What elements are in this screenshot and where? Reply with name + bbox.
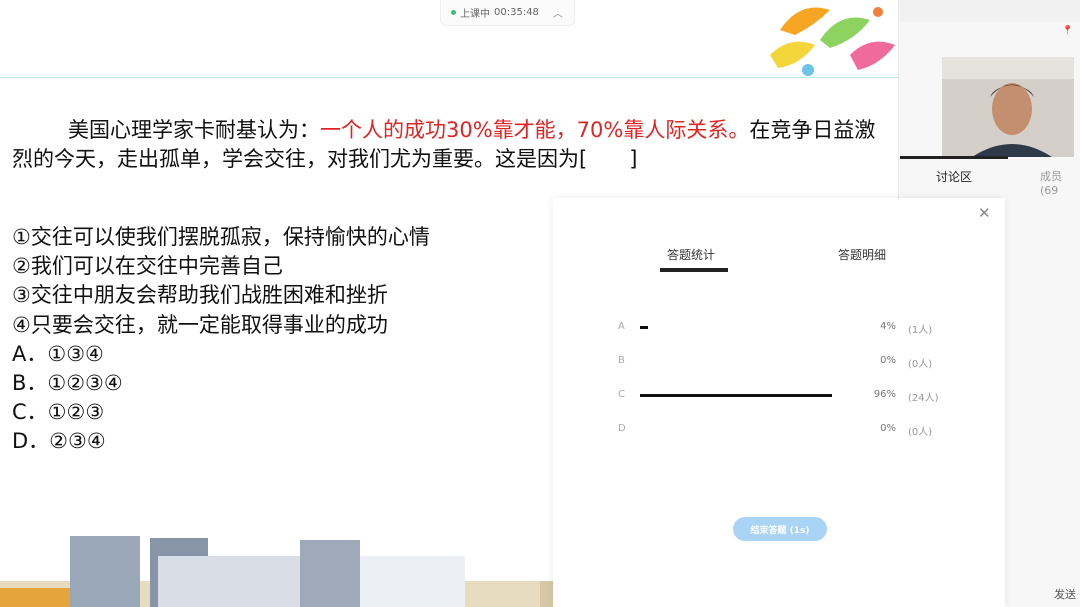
tab-answer-detail[interactable]: 答题明细 bbox=[838, 246, 886, 263]
result-row: D 0% (0人) bbox=[618, 423, 948, 438]
choice-item: B．①②③④ bbox=[12, 371, 123, 396]
live-indicator-icon bbox=[451, 10, 456, 15]
result-count: (0人) bbox=[908, 359, 933, 370]
result-row: C 96% (24人) bbox=[618, 389, 948, 404]
choice-item: C．①②③ bbox=[12, 400, 105, 425]
side-panel-header bbox=[900, 0, 1080, 22]
class-status-label: 上课中 bbox=[460, 9, 490, 20]
active-tab-underline bbox=[660, 268, 728, 272]
result-percent: 0% bbox=[880, 423, 896, 434]
result-percent: 4% bbox=[880, 321, 896, 332]
result-letter: B bbox=[618, 355, 625, 366]
statement-item: ④只要会交往，就一定能取得事业的成功 bbox=[12, 312, 388, 337]
question-text: 美国心理学家卡耐基认为：一个人的成功30%靠才能，70%靠人际关系。在竞争日益激… bbox=[12, 116, 882, 174]
tab-discussion[interactable]: 讨论区 bbox=[936, 168, 972, 185]
result-bar bbox=[640, 394, 832, 397]
class-status-pill: 上课中 00:35:48 ︿ bbox=[440, 0, 575, 26]
teacher-name bbox=[908, 44, 911, 55]
statement-item: ②我们可以在交往中完善自己 bbox=[12, 254, 283, 279]
result-row: B 0% (0人) bbox=[618, 355, 948, 370]
result-count: (0人) bbox=[908, 427, 933, 438]
video-bottom-bar bbox=[900, 156, 1008, 159]
tab-members[interactable]: 成员(69 bbox=[1040, 168, 1080, 197]
result-row: A 4% (1人) bbox=[618, 321, 948, 336]
result-percent: 0% bbox=[880, 355, 896, 366]
close-icon[interactable]: ✕ bbox=[978, 204, 991, 222]
result-count: (24人) bbox=[908, 393, 939, 404]
teacher-video bbox=[942, 57, 1074, 157]
result-letter: C bbox=[618, 389, 625, 400]
question-highlight: 一个人的成功30%靠才能，70%靠人际关系。 bbox=[320, 118, 750, 142]
result-percent: 96% bbox=[873, 389, 896, 400]
pin-icon[interactable]: 📍 bbox=[1062, 26, 1073, 36]
question-intro: 美国心理学家卡耐基认为： bbox=[68, 118, 320, 142]
statement-item: ①交往可以使我们摆脱孤寂，保持愉快的心情 bbox=[12, 225, 430, 249]
end-answering-button[interactable]: 结束答题 (1s) bbox=[733, 517, 827, 541]
choice-item: D．②③④ bbox=[12, 429, 106, 454]
choice-item: A．①③④ bbox=[12, 341, 104, 366]
result-letter: D bbox=[618, 423, 626, 434]
result-bar bbox=[640, 326, 648, 329]
tab-answer-stats[interactable]: 答题统计 bbox=[667, 246, 715, 263]
send-button[interactable]: 发送 bbox=[1054, 586, 1076, 602]
statement-item: ③交往中朋友会帮助我们战胜困难和挫折 bbox=[12, 283, 388, 308]
class-timer: 00:35:48 bbox=[494, 7, 539, 18]
decorative-swirl bbox=[770, 7, 895, 76]
chevron-up-icon[interactable]: ︿ bbox=[553, 5, 563, 20]
result-letter: A bbox=[618, 321, 625, 332]
teacher-video-image bbox=[942, 57, 1074, 157]
options-list: ①交往可以使我们摆脱孤寂，保持愉快的心情 ②我们可以在交往中完善自己 ③交往中朋… bbox=[12, 223, 430, 457]
result-count: (1人) bbox=[908, 325, 933, 336]
